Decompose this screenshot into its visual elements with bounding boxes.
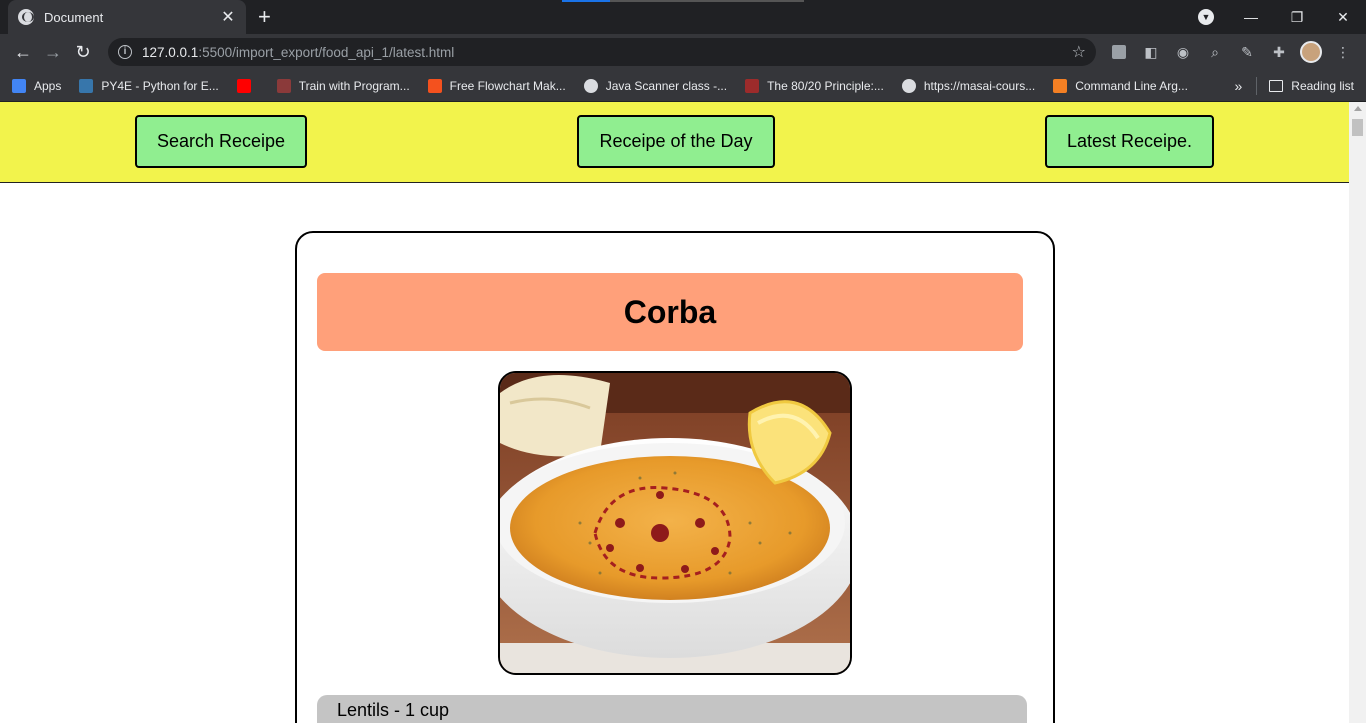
window-controls: ▼ — ❐ ✕ (1198, 0, 1366, 34)
browser-tab-bar: Document ✕ + ▼ — ❐ ✕ (0, 0, 1366, 34)
bookmark-label: Java Scanner class -... (605, 78, 728, 93)
python-icon (79, 78, 94, 93)
youtube-icon (236, 78, 251, 93)
bookmark-label: Apps (34, 78, 62, 93)
recipe-card: Corba Lentils - 1 cup (295, 231, 1055, 723)
record-extension-icon[interactable]: ◉ (1172, 41, 1194, 63)
search-recipe-button[interactable]: Search Receipe (135, 115, 307, 168)
recipe-of-the-day-button[interactable]: Receipe of the Day (577, 115, 775, 168)
bookmarks-right: » Reading list (1235, 76, 1354, 95)
bookmark-star-icon[interactable]: ☆ (1072, 42, 1086, 62)
vertical-scrollbar[interactable] (1349, 102, 1366, 723)
bookmark-label: https://masai-cours... (923, 78, 1036, 93)
tab-search-icon[interactable]: ▼ (1198, 9, 1214, 25)
reading-list-label[interactable]: Reading list (1291, 79, 1354, 93)
url-host: 127.0.0.1 (142, 44, 199, 60)
url-path: :5500/import_export/food_api_1/latest.ht… (198, 44, 455, 60)
profile-avatar[interactable] (1300, 41, 1322, 63)
new-tab-icon[interactable]: + (258, 5, 271, 29)
url-text[interactable]: 127.0.0.1:5500/import_export/food_api_1/… (142, 45, 1072, 60)
forward-icon[interactable]: → (38, 37, 68, 67)
bookmark-item[interactable] (236, 78, 259, 93)
puzzle-extensions-icon[interactable]: ✚ (1268, 41, 1290, 63)
extensions-area: ◧ ◉ ⌕ ✎ ✚ ⋮ (1108, 41, 1354, 63)
bookmark-item[interactable]: Apps (12, 78, 62, 93)
bookmark-item[interactable]: Java Scanner class -... (583, 78, 728, 93)
globe-icon (18, 9, 34, 25)
bookmark-item[interactable]: https://masai-cours... (901, 78, 1036, 93)
bookmark-item[interactable]: PY4E - Python for E... (79, 78, 219, 93)
extension-icon[interactable]: ◧ (1140, 41, 1162, 63)
bookmark-label: PY4E - Python for E... (101, 78, 219, 93)
scrollbar-thumb[interactable] (1352, 119, 1363, 136)
orange-logo-icon (1053, 78, 1068, 93)
bookmarks-bar: Apps PY4E - Python for E... Train with Pro… (0, 70, 1366, 102)
ingredient-row: Lentils - 1 cup (317, 695, 1027, 723)
pdf-icon (745, 78, 760, 93)
scroll-up-icon[interactable] (1354, 106, 1362, 111)
browser-toolbar: ← → ↻ i 127.0.0.1:5500/import_export/foo… (0, 34, 1366, 70)
bookmark-item[interactable]: The 80/20 Principle:... (745, 78, 884, 93)
menu-kebab-icon[interactable]: ⋮ (1332, 41, 1354, 63)
bookmark-label: Command Line Arg... (1075, 78, 1188, 93)
bookmark-label: Train with Program... (298, 78, 410, 93)
close-tab-icon[interactable]: ✕ (220, 7, 236, 27)
bookmark-item[interactable]: Free Flowchart Mak... (427, 78, 566, 93)
apps-grid-icon (12, 78, 26, 93)
bookmark-label: The 80/20 Principle:... (767, 78, 884, 93)
recipe-image (498, 371, 852, 675)
latest-recipe-button[interactable]: Latest Receipe. (1045, 115, 1214, 168)
program-icon (276, 78, 291, 93)
office-extension-icon[interactable] (1108, 41, 1130, 63)
reload-icon[interactable]: ↻ (68, 37, 98, 67)
restore-icon[interactable]: ❐ (1274, 9, 1320, 26)
search-extension-icon[interactable]: ⌕ (1204, 41, 1226, 63)
recipe-title: Corba (317, 273, 1023, 351)
tab-title: Document (44, 9, 104, 25)
site-navbar: Search Receipe Receipe of the Day Latest… (0, 102, 1349, 183)
bookmark-item[interactable]: Train with Program... (276, 78, 410, 93)
eyedropper-extension-icon[interactable]: ✎ (1236, 41, 1258, 63)
site-info-icon[interactable]: i (118, 45, 132, 59)
bookmark-item[interactable]: Command Line Arg... (1053, 78, 1188, 93)
bookmark-label: Free Flowchart Mak... (449, 78, 566, 93)
soup-illustration (500, 373, 850, 673)
close-window-icon[interactable]: ✕ (1320, 9, 1366, 26)
flowchart-icon (427, 78, 442, 93)
divider (1256, 76, 1258, 95)
page-viewport: Search Receipe Receipe of the Day Latest… (0, 102, 1366, 723)
loading-progress-bar (562, 0, 804, 2)
browser-tab[interactable]: Document ✕ (8, 0, 246, 34)
minimize-icon[interactable]: — (1228, 9, 1274, 25)
reading-list-icon[interactable] (1269, 79, 1284, 92)
address-bar[interactable]: i 127.0.0.1:5500/import_export/food_api_… (108, 38, 1096, 66)
more-bookmarks-icon[interactable]: » (1235, 78, 1243, 94)
globe-icon (583, 78, 598, 93)
globe-icon (901, 78, 916, 93)
back-icon[interactable]: ← (8, 37, 38, 67)
